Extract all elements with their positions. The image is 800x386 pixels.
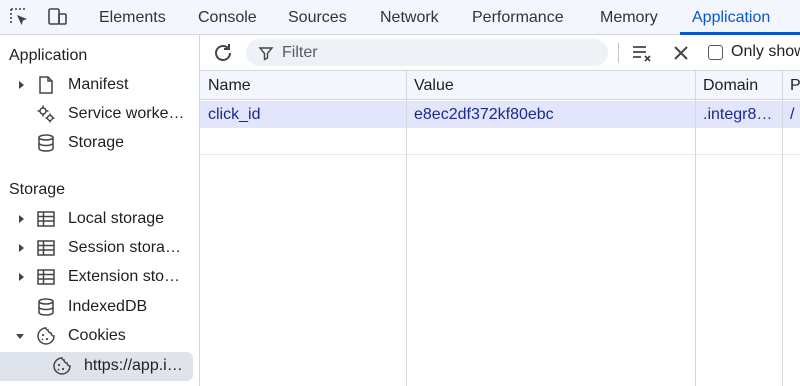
sidebar-item-label: https://app.i… — [84, 357, 183, 374]
column-header-name[interactable]: Name — [200, 71, 406, 100]
tab-console[interactable]: Console — [198, 0, 257, 35]
only-show-checkbox[interactable] — [708, 45, 723, 60]
column-header-domain[interactable]: Domain — [695, 71, 782, 100]
devtools-tab-bar: Elements Console Sources Network Perform… — [0, 0, 800, 35]
cookie-table: Name Value Domain P. click_id e8ec2df372… — [200, 71, 800, 386]
cookie-value-cell: e8ec2df372kf80ebc — [414, 106, 554, 123]
filter-box[interactable] — [246, 39, 608, 66]
sidebar-item-label: Session stora… — [68, 239, 181, 256]
sidebar-item-label: Extension sto… — [68, 268, 181, 285]
refresh-icon[interactable] — [211, 41, 235, 65]
clear-filtered-icon[interactable] — [630, 41, 654, 65]
empty-row — [200, 128, 800, 155]
sidebar-item-session-storage[interactable]: Session stora… — [0, 234, 199, 263]
sidebar-item-cookie-origin[interactable]: https://app.i… — [0, 352, 193, 381]
tab-elements[interactable]: Elements — [99, 0, 166, 35]
cookie-path-cell: / — [790, 106, 795, 123]
sidebar-item-label: IndexedDB — [68, 298, 148, 315]
table-header: Name Value Domain P. — [200, 71, 800, 100]
table-icon — [37, 240, 55, 256]
database-icon — [38, 134, 54, 152]
table-icon — [37, 211, 55, 227]
sidebar-item-local-storage[interactable]: Local storage — [0, 205, 199, 234]
sidebar-item-label: Manifest — [68, 76, 129, 93]
chevron-right-icon[interactable] — [16, 243, 26, 253]
device-toolbar-icon[interactable] — [46, 6, 68, 28]
close-icon[interactable] — [669, 41, 693, 65]
sidebar-item-label: Cookies — [68, 327, 126, 344]
toolbar-divider — [618, 43, 619, 63]
application-sidebar: Application Manifest Service worke… Stor… — [0, 35, 200, 386]
inspect-element-icon[interactable] — [8, 6, 30, 28]
column-header-path[interactable]: P. — [782, 71, 800, 100]
sidebar-item-label: Local storage — [68, 210, 165, 227]
cookie-name-cell: click_id — [208, 106, 261, 123]
sidebar-item-label: Service worke… — [68, 105, 185, 122]
section-title-storage: Storage — [9, 181, 66, 198]
sidebar-item-storage[interactable]: Storage — [0, 129, 199, 158]
gears-icon — [37, 105, 55, 123]
chevron-right-icon[interactable] — [16, 80, 26, 90]
column-divider[interactable] — [695, 71, 696, 386]
sidebar-item-indexeddb[interactable]: IndexedDB — [0, 293, 199, 322]
chevron-down-icon[interactable] — [15, 331, 25, 341]
cookie-icon — [53, 357, 71, 375]
tab-network[interactable]: Network — [380, 0, 439, 35]
sidebar-item-manifest[interactable]: Manifest — [0, 71, 199, 100]
sidebar-item-extension-storage[interactable]: Extension sto… — [0, 263, 199, 292]
document-icon — [39, 76, 53, 94]
only-show-label: Only show — [731, 43, 800, 60]
chevron-right-icon[interactable] — [16, 214, 26, 224]
tab-sources[interactable]: Sources — [288, 0, 347, 35]
tab-memory[interactable]: Memory — [600, 0, 658, 35]
chevron-right-icon[interactable] — [16, 272, 26, 282]
column-divider[interactable] — [406, 71, 407, 386]
column-header-value[interactable]: Value — [406, 71, 695, 100]
sidebar-item-service-workers[interactable]: Service worke… — [0, 100, 199, 129]
filter-icon — [258, 47, 274, 61]
column-divider[interactable] — [782, 71, 783, 386]
table-icon — [37, 269, 55, 285]
tab-application[interactable]: Application — [692, 0, 770, 35]
sidebar-item-cookies[interactable]: Cookies — [0, 322, 199, 351]
cookie-icon — [37, 327, 55, 345]
sidebar-item-label: Storage — [68, 134, 125, 151]
cookie-toolbar: Only show — [200, 35, 800, 71]
section-title-application: Application — [9, 47, 88, 64]
database-icon — [38, 298, 54, 316]
filter-input[interactable] — [282, 39, 602, 66]
tab-performance[interactable]: Performance — [472, 0, 564, 35]
cookie-domain-cell: .integr8… — [703, 106, 773, 123]
table-row[interactable]: click_id e8ec2df372kf80ebc .integr8… / — [200, 101, 800, 128]
